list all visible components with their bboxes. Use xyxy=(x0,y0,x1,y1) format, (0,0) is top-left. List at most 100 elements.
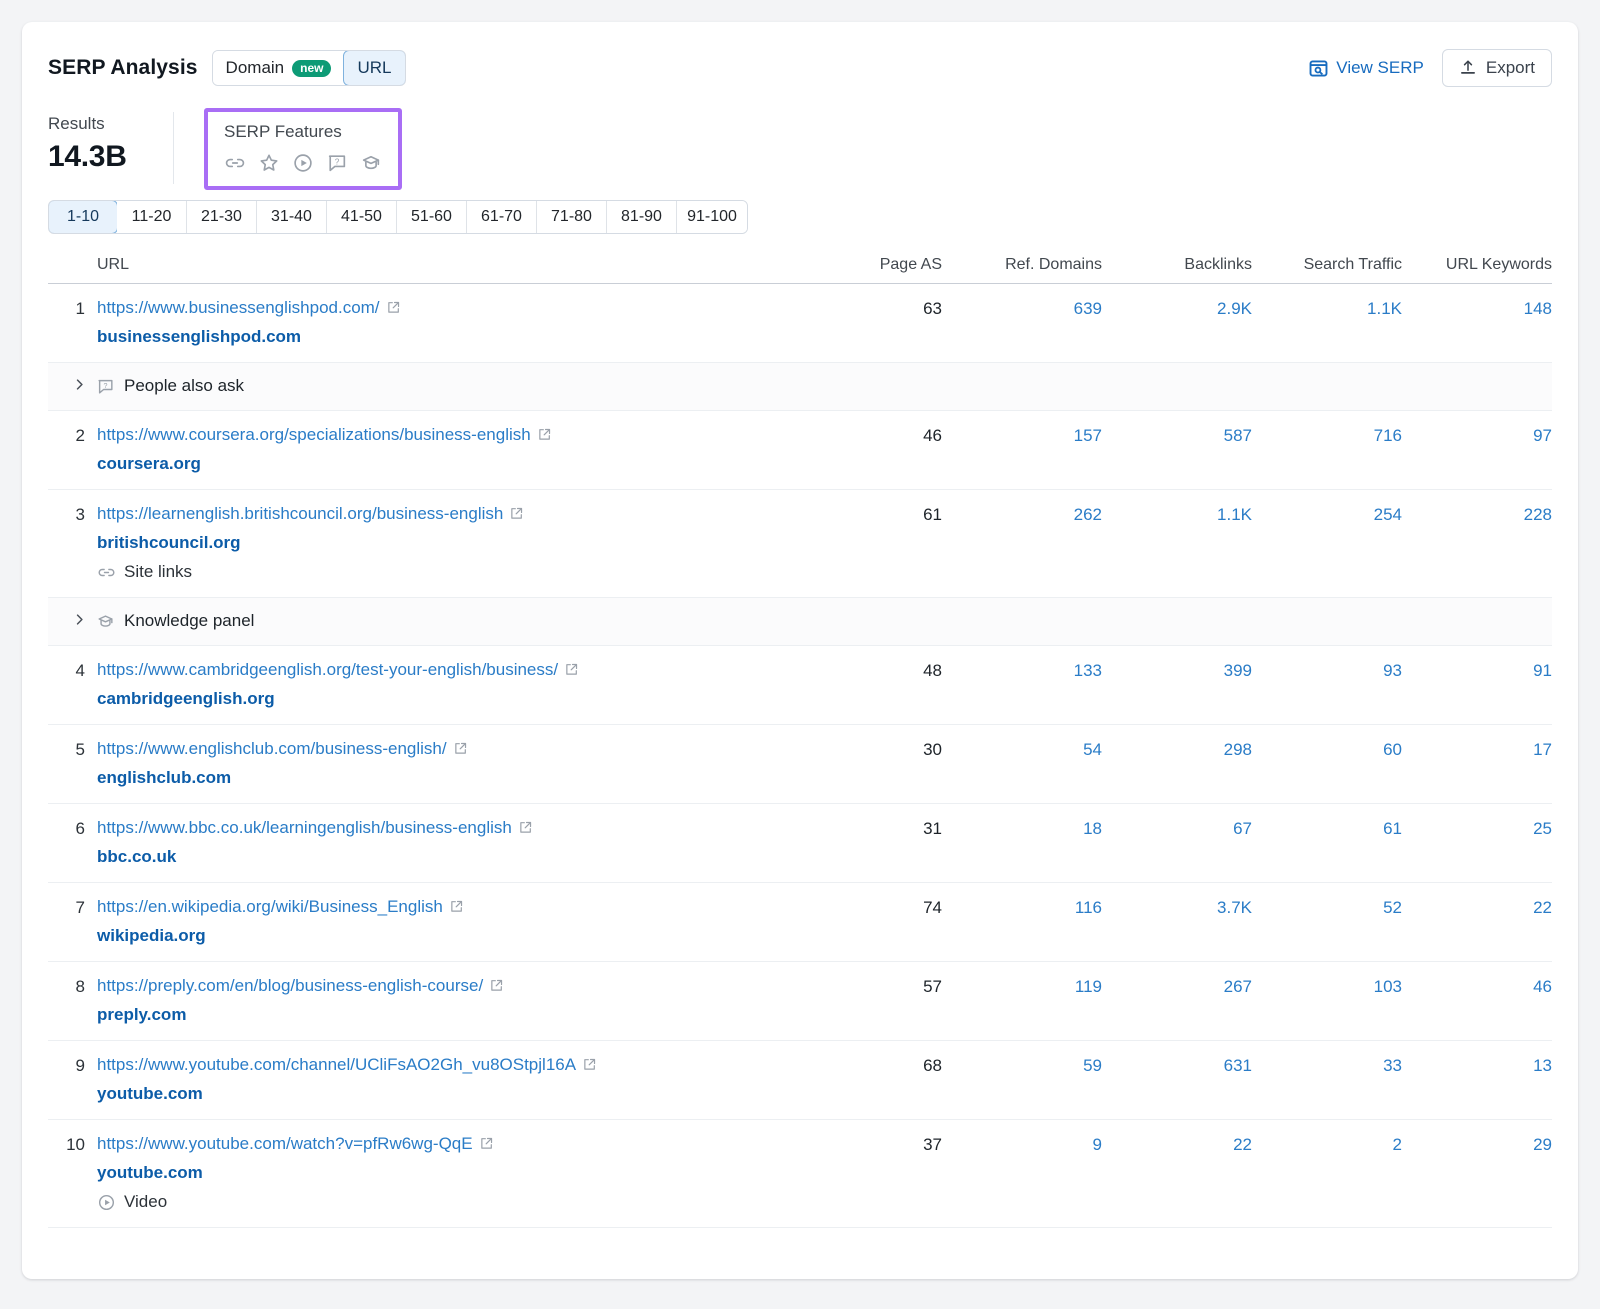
external-link-icon[interactable] xyxy=(564,662,579,682)
row-url-link[interactable]: https://www.businessenglishpod.com/ xyxy=(97,298,380,317)
external-link-icon[interactable] xyxy=(449,899,464,919)
knowledge-panel-icon[interactable] xyxy=(360,152,382,174)
view-serp-link[interactable]: View SERP xyxy=(1309,58,1424,78)
row-ref-domains[interactable]: 133 xyxy=(942,660,1102,681)
row-ref-domains[interactable]: 9 xyxy=(942,1134,1102,1155)
row-domain-link[interactable]: britishcouncil.org xyxy=(97,533,822,553)
row-sub-feature: Video xyxy=(97,1192,822,1212)
row-url-link[interactable]: https://www.cambridgeenglish.org/test-yo… xyxy=(97,660,558,679)
row-domain-link[interactable]: businessenglishpod.com xyxy=(97,327,822,347)
row-url-keywords[interactable]: 13 xyxy=(1402,1055,1552,1076)
external-link-icon[interactable] xyxy=(386,300,401,320)
row-search-traffic[interactable]: 61 xyxy=(1252,818,1402,839)
row-domain-link[interactable]: wikipedia.org xyxy=(97,926,822,946)
row-search-traffic[interactable]: 52 xyxy=(1252,897,1402,918)
external-link-icon[interactable] xyxy=(582,1057,597,1077)
row-url-keywords[interactable]: 91 xyxy=(1402,660,1552,681)
table-row: 5https://www.englishclub.com/business-en… xyxy=(48,725,1552,804)
row-ref-domains[interactable]: 262 xyxy=(942,504,1102,525)
row-url-keywords[interactable]: 46 xyxy=(1402,976,1552,997)
row-domain-link[interactable]: cambridgeenglish.org xyxy=(97,689,822,709)
pagination-range-91-100[interactable]: 91-100 xyxy=(677,201,747,233)
pagination-range-61-70[interactable]: 61-70 xyxy=(467,201,537,233)
row-url-link[interactable]: https://www.youtube.com/channel/UCliFsAO… xyxy=(97,1055,576,1074)
row-url-link[interactable]: https://preply.com/en/blog/business-engl… xyxy=(97,976,483,995)
expand-chevron-icon[interactable] xyxy=(48,611,96,627)
row-url-keywords[interactable]: 97 xyxy=(1402,425,1552,446)
row-url-link[interactable]: https://en.wikipedia.org/wiki/Business_E… xyxy=(97,897,443,916)
external-link-icon[interactable] xyxy=(479,1136,494,1156)
external-link-icon[interactable] xyxy=(537,427,552,447)
external-link-icon[interactable] xyxy=(453,741,468,761)
reviews-star-icon[interactable] xyxy=(258,152,280,174)
expand-chevron-icon[interactable] xyxy=(48,376,96,392)
toggle-url-button[interactable]: URL xyxy=(343,50,405,86)
people-also-ask-icon[interactable]: ? xyxy=(326,152,348,174)
row-backlinks[interactable]: 298 xyxy=(1102,739,1252,760)
row-backlinks[interactable]: 399 xyxy=(1102,660,1252,681)
export-button[interactable]: Export xyxy=(1442,49,1552,87)
row-search-traffic[interactable]: 103 xyxy=(1252,976,1402,997)
row-backlinks[interactable]: 67 xyxy=(1102,818,1252,839)
row-backlinks[interactable]: 1.1K xyxy=(1102,504,1252,525)
row-url-cell: https://www.englishclub.com/business-eng… xyxy=(96,739,822,788)
row-url-cell: https://preply.com/en/blog/business-engl… xyxy=(96,976,822,1025)
row-url-keywords[interactable]: 29 xyxy=(1402,1134,1552,1155)
row-search-traffic[interactable]: 33 xyxy=(1252,1055,1402,1076)
sitelinks-icon[interactable] xyxy=(224,152,246,174)
row-url-link[interactable]: https://www.coursera.org/specializations… xyxy=(97,425,531,444)
external-link-icon[interactable] xyxy=(489,978,504,998)
row-url-keywords[interactable]: 228 xyxy=(1402,504,1552,525)
results-value: 14.3B xyxy=(48,140,173,174)
pagination-range-1-10[interactable]: 1-10 xyxy=(48,200,118,234)
video-icon[interactable] xyxy=(292,152,314,174)
row-url-link[interactable]: https://www.youtube.com/watch?v=pfRw6wg-… xyxy=(97,1134,473,1153)
external-link-icon[interactable] xyxy=(509,506,524,526)
row-search-traffic[interactable]: 93 xyxy=(1252,660,1402,681)
row-url-keywords[interactable]: 25 xyxy=(1402,818,1552,839)
table-row: 4https://www.cambridgeenglish.org/test-y… xyxy=(48,646,1552,725)
pagination-range-51-60[interactable]: 51-60 xyxy=(397,201,467,233)
row-search-traffic[interactable]: 254 xyxy=(1252,504,1402,525)
row-domain-link[interactable]: coursera.org xyxy=(97,454,822,474)
row-backlinks[interactable]: 3.7K xyxy=(1102,897,1252,918)
row-ref-domains[interactable]: 18 xyxy=(942,818,1102,839)
row-ref-domains[interactable]: 157 xyxy=(942,425,1102,446)
row-url-link[interactable]: https://www.bbc.co.uk/learningenglish/bu… xyxy=(97,818,512,837)
row-search-traffic[interactable]: 716 xyxy=(1252,425,1402,446)
row-domain-link[interactable]: youtube.com xyxy=(97,1163,822,1183)
row-ref-domains[interactable]: 116 xyxy=(942,897,1102,918)
row-search-traffic[interactable]: 2 xyxy=(1252,1134,1402,1155)
pagination-range-71-80[interactable]: 71-80 xyxy=(537,201,607,233)
row-url-keywords[interactable]: 17 xyxy=(1402,739,1552,760)
row-url-keywords[interactable]: 148 xyxy=(1402,298,1552,319)
pagination-range-41-50[interactable]: 41-50 xyxy=(327,201,397,233)
row-ref-domains[interactable]: 54 xyxy=(942,739,1102,760)
row-backlinks[interactable]: 2.9K xyxy=(1102,298,1252,319)
table-header-row: URL Page AS Ref. Domains Backlinks Searc… xyxy=(48,256,1552,284)
row-url-link[interactable]: https://www.englishclub.com/business-eng… xyxy=(97,739,447,758)
pagination-range-21-30[interactable]: 21-30 xyxy=(187,201,257,233)
row-ref-domains[interactable]: 119 xyxy=(942,976,1102,997)
row-domain-link[interactable]: englishclub.com xyxy=(97,768,822,788)
row-url-keywords[interactable]: 22 xyxy=(1402,897,1552,918)
external-link-icon[interactable] xyxy=(518,820,533,840)
row-domain-link[interactable]: youtube.com xyxy=(97,1084,822,1104)
row-page-as: 57 xyxy=(822,976,942,997)
row-backlinks[interactable]: 267 xyxy=(1102,976,1252,997)
pagination-range-11-20[interactable]: 11-20 xyxy=(117,201,187,233)
row-ref-domains[interactable]: 639 xyxy=(942,298,1102,319)
row-ref-domains[interactable]: 59 xyxy=(942,1055,1102,1076)
row-backlinks[interactable]: 587 xyxy=(1102,425,1252,446)
pagination-range-81-90[interactable]: 81-90 xyxy=(607,201,677,233)
row-backlinks[interactable]: 631 xyxy=(1102,1055,1252,1076)
row-backlinks[interactable]: 22 xyxy=(1102,1134,1252,1155)
row-domain-link[interactable]: preply.com xyxy=(97,1005,822,1025)
pagination-range-31-40[interactable]: 31-40 xyxy=(257,201,327,233)
toggle-domain-button[interactable]: Domain new xyxy=(213,51,345,85)
page-root: SERP Analysis Domain new URL xyxy=(0,0,1600,1309)
row-domain-link[interactable]: bbc.co.uk xyxy=(97,847,822,867)
row-search-traffic[interactable]: 60 xyxy=(1252,739,1402,760)
row-search-traffic[interactable]: 1.1K xyxy=(1252,298,1402,319)
row-url-link[interactable]: https://learnenglish.britishcouncil.org/… xyxy=(97,504,503,523)
